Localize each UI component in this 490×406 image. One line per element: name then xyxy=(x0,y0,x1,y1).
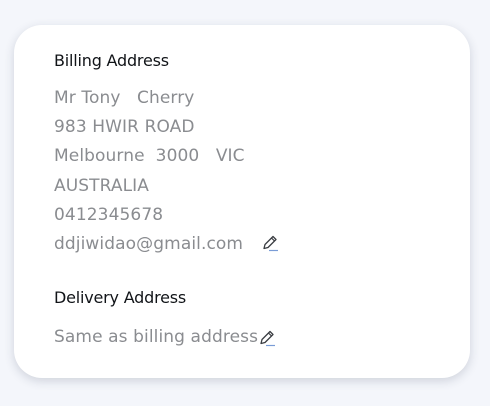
pencil-edit-icon xyxy=(260,330,275,347)
edit-billing-button[interactable] xyxy=(260,233,280,253)
billing-phone: 0412345678 xyxy=(54,205,164,225)
delivery-address-title: Delivery Address xyxy=(54,288,187,307)
pencil-edit-icon xyxy=(263,235,278,252)
delivery-summary: Same as billing address xyxy=(54,327,259,347)
billing-street: 983 HWIR ROAD xyxy=(54,117,195,137)
billing-city-line: Melbourne 3000 VIC xyxy=(54,146,245,166)
billing-country: AUSTRALIA xyxy=(54,176,150,196)
address-card: Billing Address Mr Tony Cherry 983 HWIR … xyxy=(14,25,470,378)
billing-email: ddjiwidao@gmail.com xyxy=(54,234,244,254)
billing-address-title: Billing Address xyxy=(54,51,169,70)
billing-name: Mr Tony Cherry xyxy=(54,88,195,108)
edit-delivery-button[interactable] xyxy=(257,328,277,348)
